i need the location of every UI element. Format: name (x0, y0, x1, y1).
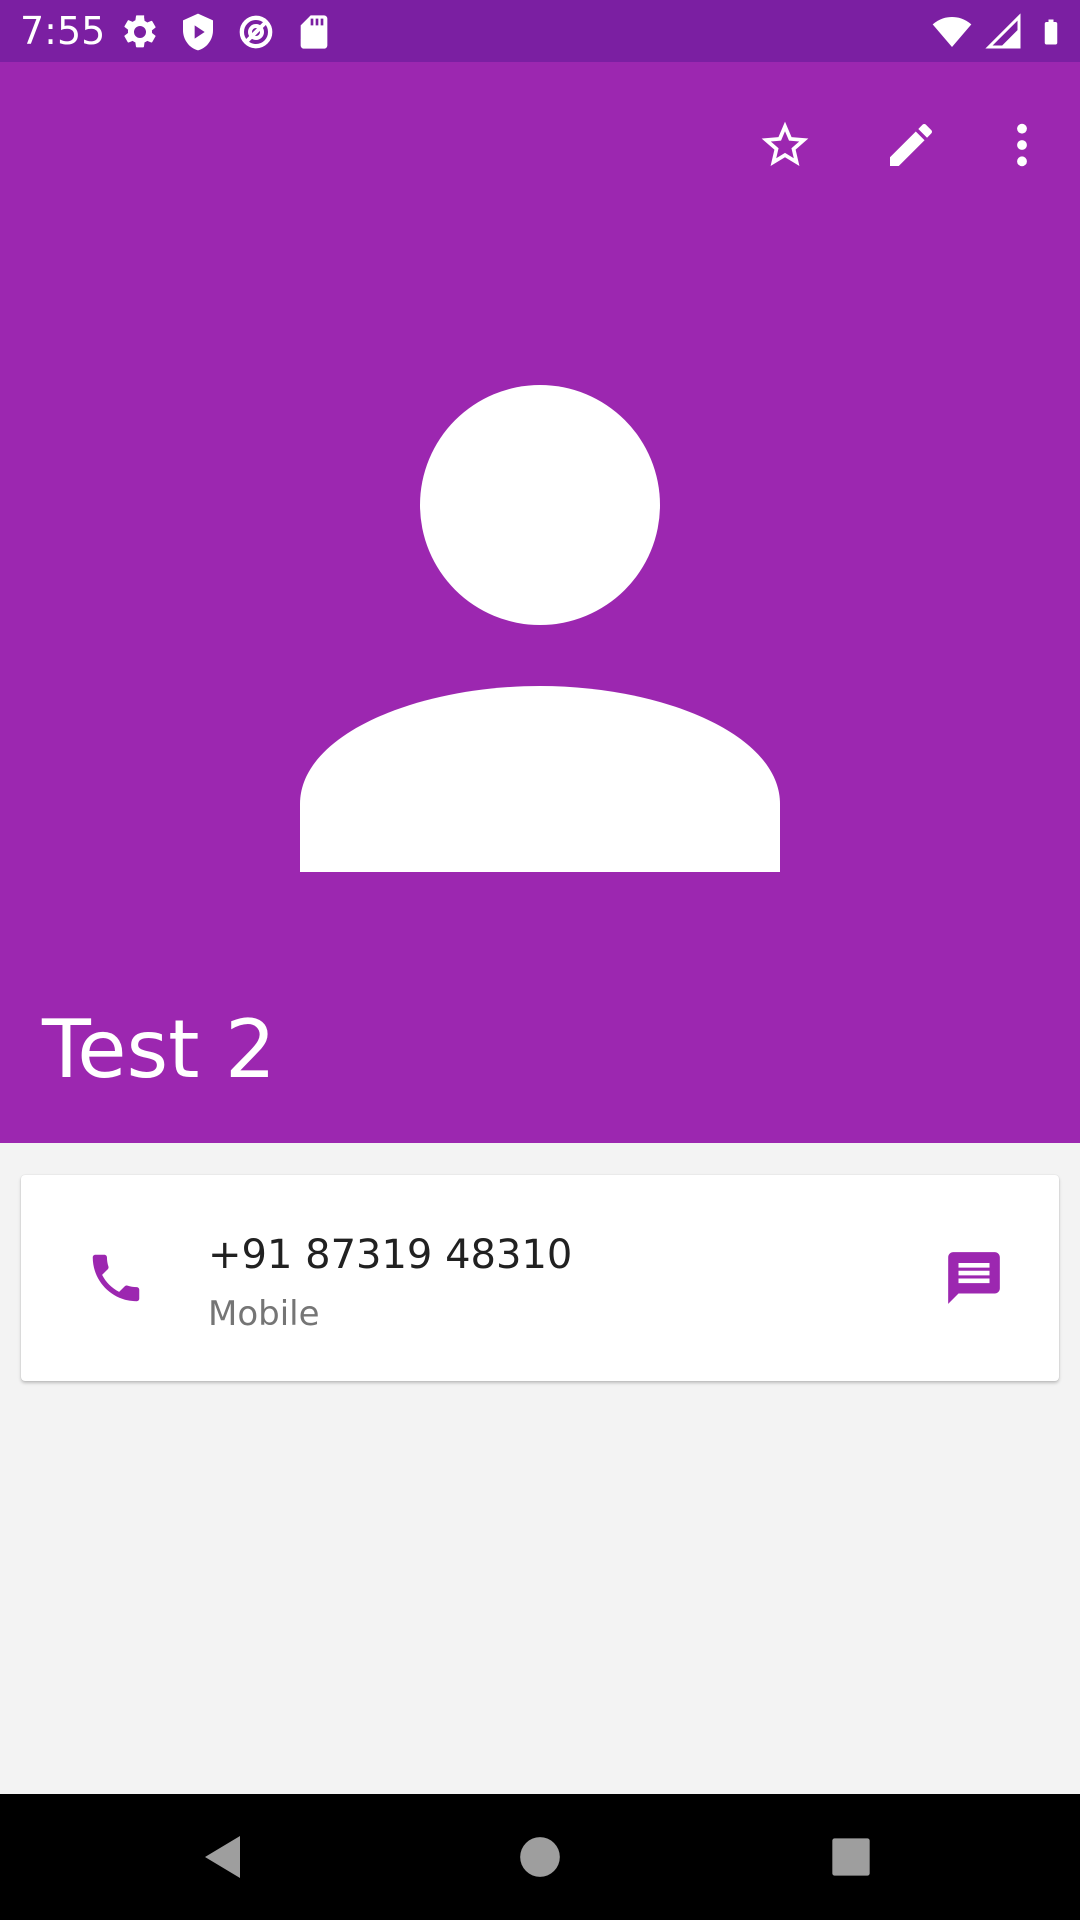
wifi-icon (932, 17, 972, 47)
sd-card-icon (300, 15, 328, 49)
signal-icon (985, 13, 1021, 49)
star-outline-icon (761, 121, 809, 166)
more-options-button[interactable] (979, 102, 1065, 188)
navigation-bar (0, 1794, 1080, 1920)
recents-icon (832, 1838, 870, 1876)
message-icon (948, 1252, 1000, 1304)
settings-icon (124, 15, 156, 48)
status-bar: 7:55 (0, 0, 1080, 62)
back-button[interactable] (189, 1820, 263, 1894)
status-time: 7:55 (20, 9, 106, 53)
contact-name: Test 2 (42, 1003, 276, 1096)
notification-icons (120, 12, 334, 52)
more-vert-icon (1017, 123, 1027, 167)
battery-icon (1044, 19, 1058, 45)
home-icon (520, 1837, 560, 1877)
send-message-button[interactable] (929, 1233, 1019, 1323)
default-person-icon (300, 385, 780, 872)
phone-number-card[interactable]: +91 87319 48310 Mobile (21, 1175, 1059, 1381)
phone-icon (92, 1254, 140, 1302)
vpn-icon (239, 15, 273, 49)
home-button[interactable] (503, 1820, 577, 1894)
phone-type-label: Mobile (208, 1294, 320, 1334)
edit-pencil-icon (890, 123, 933, 166)
contact-details-screen: 7:55 Test 2 +91 87319 48310 Mobile (0, 0, 1080, 1920)
contact-header: Test 2 (0, 62, 1080, 1143)
call-button[interactable] (73, 1235, 159, 1321)
play-protect-icon (183, 13, 213, 51)
back-icon (205, 1836, 240, 1878)
phone-number[interactable]: +91 87319 48310 (208, 1231, 572, 1279)
favorite-button[interactable] (742, 102, 828, 188)
recents-button[interactable] (814, 1820, 888, 1894)
edit-button[interactable] (868, 102, 954, 188)
system-status-icons (932, 12, 1066, 52)
